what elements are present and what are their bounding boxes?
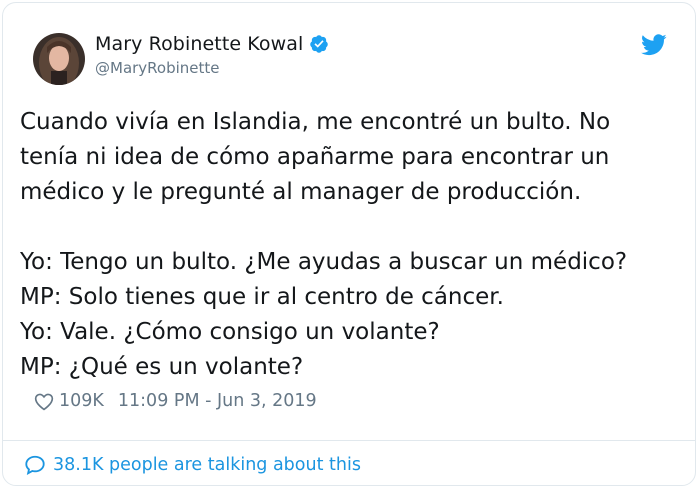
- verified-badge-icon: [310, 35, 329, 53]
- divider: [2, 440, 696, 441]
- twitter-bird-icon[interactable]: [641, 34, 667, 56]
- tweet-line: Yo: Tengo un bulto. ¿Me ayudas a buscar …: [20, 249, 628, 275]
- tweet-line: MP: ¿Qué es un volante?: [20, 354, 304, 380]
- avatar[interactable]: [33, 33, 85, 85]
- tweet-line: Yo: Vale. ¿Cómo consigo un volante?: [20, 319, 440, 345]
- tweet-text: Cuando vivía en Islandia, me encontré un…: [20, 105, 690, 385]
- tweet-timestamp[interactable]: 11:09 PM - Jun 3, 2019: [118, 391, 317, 411]
- tweet-line: MP: Solo tienes que ir al centro de cánc…: [20, 284, 504, 310]
- author-row: Mary Robinette Kowal: [95, 33, 329, 55]
- tweet-line: médico y le pregunté al manager de produ…: [20, 179, 582, 205]
- conversation-label[interactable]: 38.1K people are talking about this: [53, 455, 361, 475]
- tweet-line: tenía ni idea de cómo apañarme para enco…: [20, 144, 610, 170]
- tweet-line: Cuando vivía en Islandia, me encontré un…: [20, 109, 611, 135]
- heart-icon[interactable]: [34, 392, 54, 411]
- conversation-link[interactable]: 38.1K people are talking about this: [24, 454, 361, 476]
- speech-bubble-icon: [25, 455, 45, 476]
- tweet-meta: 109K 11:09 PM - Jun 3, 2019: [34, 391, 317, 411]
- like-count[interactable]: 109K: [59, 391, 104, 411]
- author-handle[interactable]: @MaryRobinette: [95, 59, 220, 77]
- author-display-name[interactable]: Mary Robinette Kowal: [95, 33, 303, 55]
- tweet-paragraph-gap: [20, 210, 690, 245]
